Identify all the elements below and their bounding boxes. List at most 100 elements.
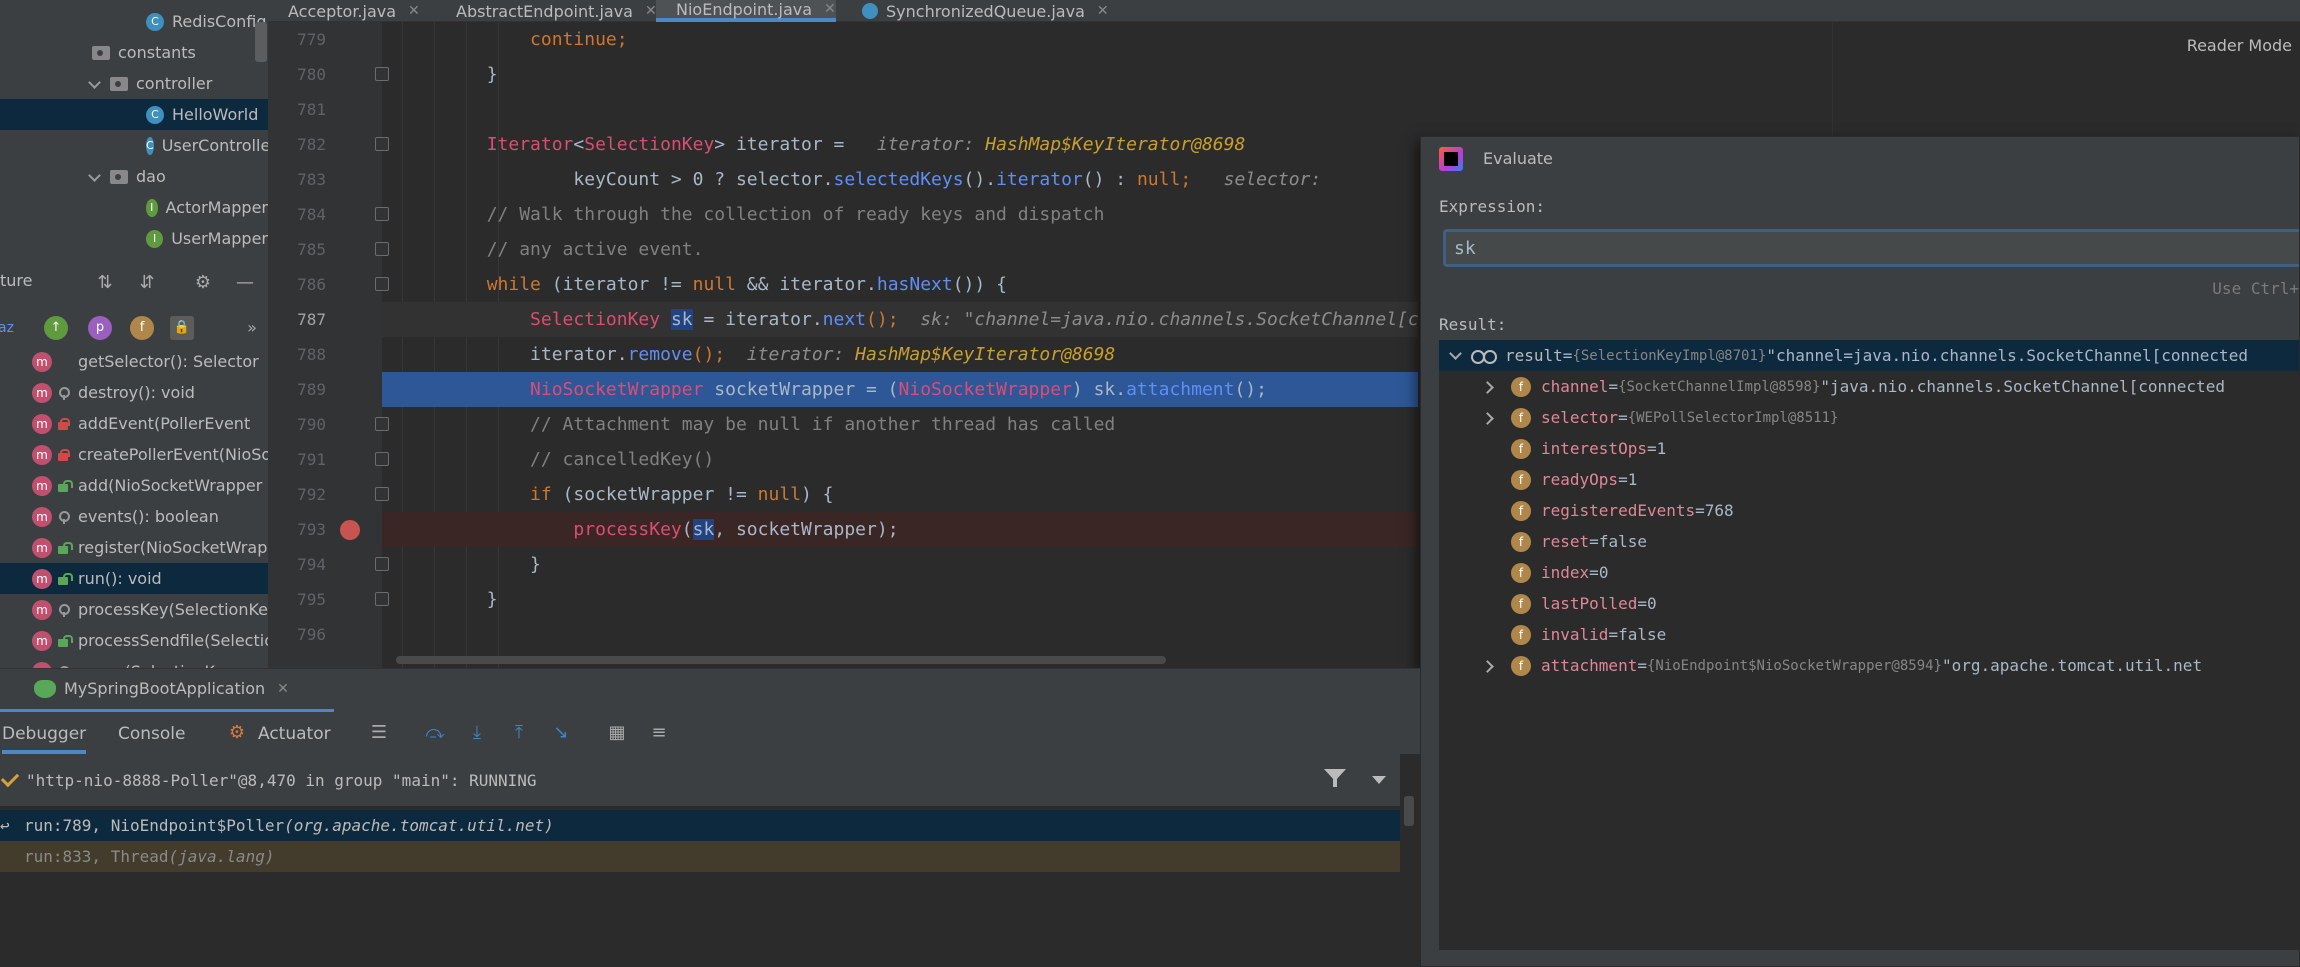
editor-gutter[interactable]: 779 780 781 782 783 784 785 786 787 788 789 790 791 7… bbox=[268, 22, 389, 668]
structure-member[interactable]: m addEvent(PollerEvent bbox=[0, 408, 268, 439]
frames-scrollbar[interactable] bbox=[1402, 790, 1416, 967]
structure-member[interactable]: m destroy(): void bbox=[0, 377, 268, 408]
thread-selector[interactable]: "http-nio-8888-Poller"@8,470 in group "m… bbox=[0, 754, 1400, 806]
result-field-row[interactable]: f invalid = false bbox=[1439, 619, 2299, 650]
tree-item[interactable]: C HelloWorld bbox=[0, 99, 268, 130]
structure-member[interactable]: m processKey(SelectionKey bbox=[0, 594, 268, 625]
expand-all-icon[interactable]: ⇅ bbox=[96, 274, 114, 292]
chevron-down-icon[interactable] bbox=[1449, 349, 1463, 363]
tree-item[interactable]: dao bbox=[0, 161, 268, 192]
show-properties-icon[interactable]: p bbox=[88, 316, 112, 340]
tab-acceptor-java[interactable]: Acceptor.java ✕ bbox=[268, 0, 420, 22]
structure-member[interactable]: m getSelector(): Selector bbox=[0, 346, 268, 377]
field-name: index bbox=[1541, 563, 1590, 582]
result-field-row[interactable]: f reset = false bbox=[1439, 526, 2299, 557]
tree-item[interactable]: C UserController bbox=[0, 130, 268, 161]
close-tab-icon[interactable]: ✕ bbox=[1097, 3, 1109, 19]
code-line[interactable]: while (iterator != null && iterator.hasN… bbox=[382, 267, 1418, 302]
code-line[interactable]: // cancelledKey() bbox=[382, 442, 1418, 477]
code-line[interactable]: // Walk through the collection of ready … bbox=[382, 197, 1418, 232]
structure-member[interactable]: m register(NioSocketWrapper bbox=[0, 532, 268, 563]
code-line[interactable]: NioSocketWrapper socketWrapper = (NioSoc… bbox=[382, 372, 1418, 407]
code-line[interactable]: keyCount > 0 ? selector.selectedKeys().i… bbox=[382, 162, 1418, 197]
trace-icon[interactable]: ≡ bbox=[648, 722, 670, 744]
structure-member[interactable]: m events(): boolean bbox=[0, 501, 268, 532]
result-field-row[interactable]: f index = 0 bbox=[1439, 557, 2299, 588]
close-tab-icon[interactable]: ✕ bbox=[408, 3, 420, 19]
step-out-icon[interactable]: ⤒ bbox=[508, 722, 530, 744]
code-line[interactable]: } bbox=[382, 582, 1418, 617]
result-field-row[interactable]: f interestOps = 1 bbox=[1439, 433, 2299, 464]
tree-item[interactable]: controller bbox=[0, 68, 268, 99]
structure-member[interactable]: m processSendfile(SelectionKey bbox=[0, 625, 268, 656]
result-field-row[interactable]: f channel = {SocketChannelImpl@8598} "jav… bbox=[1439, 371, 2299, 402]
code-line[interactable]: processKey(sk, socketWrapper); bbox=[382, 512, 1418, 547]
result-field-row[interactable]: f lastPolled = 0 bbox=[1439, 588, 2299, 619]
code-line[interactable]: iterator.remove(); iterator: HashMap$Key… bbox=[382, 337, 1418, 372]
code-line[interactable]: } bbox=[382, 57, 1418, 92]
code-line[interactable]: // Attachment may be null if another thr… bbox=[382, 407, 1418, 442]
structure-member[interactable]: m add(NioSocketWrapper bbox=[0, 470, 268, 501]
collapse-all-icon[interactable]: ⇵ bbox=[138, 274, 156, 292]
project-scrollbar[interactable] bbox=[255, 22, 267, 62]
tab-console[interactable]: Console bbox=[118, 724, 186, 744]
code-line[interactable]: // any active event. bbox=[382, 232, 1418, 267]
result-root-row[interactable]: result = {SelectionKeyImpl@8701} "channe… bbox=[1439, 340, 2299, 371]
structure-member[interactable]: m run(): void bbox=[0, 563, 268, 594]
stack-frame[interactable]: ↩ run:789, NioEndpoint$Poller (org.apache… bbox=[0, 810, 1400, 841]
code-line[interactable]: continue; bbox=[382, 22, 1418, 57]
filter-icon[interactable] bbox=[1324, 769, 1346, 789]
reader-mode-button[interactable]: Reader Mode bbox=[2187, 36, 2292, 55]
step-over-icon[interactable]: ⤼ bbox=[424, 722, 446, 744]
code-line[interactable]: } bbox=[382, 547, 1418, 582]
chevron-down-icon[interactable] bbox=[1372, 776, 1386, 784]
run-to-cursor-icon[interactable]: ↘ bbox=[550, 722, 572, 744]
tab-debugger[interactable]: Debugger bbox=[2, 724, 87, 754]
code-line[interactable]: if (socketWrapper != null) { bbox=[382, 477, 1418, 512]
tree-item[interactable]: I UserMapper bbox=[0, 223, 268, 254]
gear-icon[interactable]: ⚙ bbox=[194, 274, 212, 292]
editor-horizontal-scrollbar[interactable] bbox=[268, 654, 1168, 666]
close-tab-icon[interactable]: ✕ bbox=[645, 3, 657, 19]
chevron-right-icon[interactable] bbox=[1483, 411, 1497, 425]
sort-alpha-icon[interactable]: az bbox=[0, 316, 18, 340]
evaluate-title-bar[interactable]: Evaluate bbox=[1421, 137, 2299, 177]
tree-item[interactable]: C RedisConfig bbox=[0, 6, 268, 37]
run-config-tab[interactable]: MySpringBootApplication ✕ bbox=[34, 679, 289, 698]
step-into-icon[interactable]: ⤓ bbox=[466, 722, 488, 744]
chevron-right-icon[interactable] bbox=[1483, 659, 1497, 673]
code-line[interactable] bbox=[382, 617, 1418, 652]
evaluate-expression-icon[interactable]: ▦ bbox=[606, 722, 628, 744]
threads-list-icon[interactable]: ☰ bbox=[368, 722, 390, 744]
breakpoint-icon[interactable] bbox=[340, 520, 360, 540]
tab-actuator[interactable]: Actuator bbox=[258, 724, 331, 744]
more-icon[interactable]: » bbox=[240, 316, 264, 340]
tab-nioendpoint-java[interactable]: NioEndpoint.java ✕ bbox=[656, 0, 836, 22]
stack-frame[interactable]: run:833, Thread (java.lang) bbox=[0, 841, 1400, 872]
result-tree[interactable]: result = {SelectionKeyImpl@8701} "channe… bbox=[1439, 340, 2299, 950]
show-inherited-icon[interactable]: ↑ bbox=[44, 316, 68, 340]
code-line[interactable]: SelectionKey sk = iterator.next(); sk: "… bbox=[382, 302, 1418, 337]
expression-input[interactable] bbox=[1443, 229, 2299, 267]
tab-abstractendpoint-java[interactable]: AbstractEndpoint.java ✕ bbox=[436, 0, 657, 22]
code-editor[interactable]: 779 780 781 782 783 784 785 786 787 788 789 790 791 7… bbox=[268, 22, 1418, 668]
close-run-config-icon[interactable]: ✕ bbox=[277, 681, 289, 697]
chevron-down-icon[interactable] bbox=[88, 77, 102, 91]
close-tab-icon[interactable]: ✕ bbox=[824, 1, 836, 17]
tree-item[interactable]: I ActorMapper bbox=[0, 192, 268, 223]
chevron-down-icon[interactable] bbox=[88, 170, 102, 184]
show-non-public-icon[interactable]: 🔒 bbox=[170, 316, 194, 340]
structure-member[interactable]: munreg(SelectionKey bbox=[0, 656, 268, 668]
minimize-icon[interactable]: — bbox=[236, 274, 254, 292]
code-line[interactable]: Iterator<SelectionKey> iterator = iterat… bbox=[382, 127, 1418, 162]
result-field-row[interactable]: f registeredEvents = 768 bbox=[1439, 495, 2299, 526]
result-field-row[interactable]: f selector = {WEPollSelectorImpl@8511} bbox=[1439, 402, 2299, 433]
show-fields-icon[interactable]: f bbox=[130, 316, 154, 340]
tree-item[interactable]: constants bbox=[0, 37, 268, 68]
code-line[interactable] bbox=[382, 92, 1418, 127]
structure-member[interactable]: m createPollerEvent(NioSocketWrapper bbox=[0, 439, 268, 470]
chevron-right-icon[interactable] bbox=[1483, 380, 1497, 394]
result-field-row[interactable]: f attachment = {NioEndpoint$NioSocketWrap… bbox=[1439, 650, 2299, 681]
result-field-row[interactable]: f readyOps = 1 bbox=[1439, 464, 2299, 495]
tab-synchronizedqueue-java[interactable]: SynchronizedQueue.java ✕ bbox=[850, 0, 1150, 22]
